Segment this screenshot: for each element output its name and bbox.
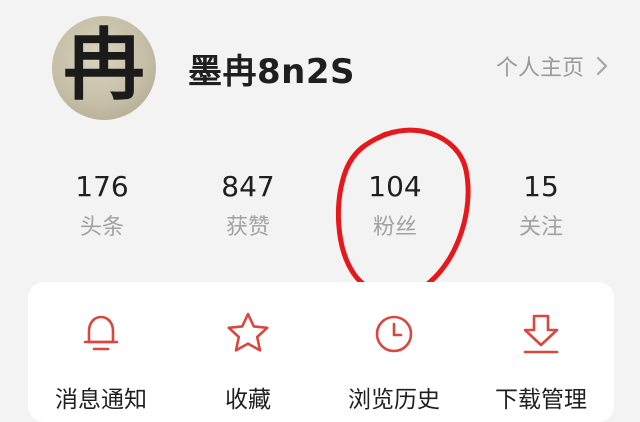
- action-label: 浏览历史: [348, 387, 440, 413]
- browsing-history-button[interactable]: 浏览历史: [324, 308, 464, 414]
- clock-icon: [375, 315, 413, 353]
- stat-value: 104: [368, 170, 422, 203]
- stat-value: 15: [523, 170, 559, 203]
- stat-likes[interactable]: 847 获赞: [188, 168, 308, 242]
- stat-following[interactable]: 15 关注: [481, 168, 601, 242]
- personal-homepage-link[interactable]: 个人主页: [496, 50, 610, 82]
- quick-actions-card: 消息通知 收藏 浏览历史 下载管理: [28, 282, 614, 422]
- stat-label: 头条: [79, 215, 124, 240]
- stat-posts[interactable]: 176 头条: [42, 168, 162, 242]
- stat-fans[interactable]: 104 粉丝: [335, 168, 455, 242]
- action-label: 下载管理: [495, 387, 587, 413]
- avatar[interactable]: 冉: [52, 16, 156, 120]
- favorites-button[interactable]: 收藏: [178, 308, 318, 414]
- stat-label: 获赞: [225, 215, 270, 240]
- stat-value: 847: [221, 170, 275, 203]
- stats-row: 176 头条 847 获赞 104 粉丝 15 关注: [0, 168, 640, 258]
- avatar-calligraphy: 冉: [63, 20, 145, 111]
- notifications-button[interactable]: 消息通知: [31, 308, 171, 414]
- username: 墨冉8n2S: [188, 52, 356, 92]
- download-manager-button[interactable]: 下载管理: [471, 308, 611, 414]
- chevron-right-icon: [596, 56, 608, 76]
- download-icon: [523, 314, 559, 354]
- action-label: 消息通知: [55, 387, 147, 413]
- personal-homepage-label: 个人主页: [495, 56, 584, 81]
- bell-icon: [83, 315, 119, 351]
- stat-label: 关注: [518, 215, 563, 240]
- action-label: 收藏: [225, 387, 271, 413]
- star-icon: [227, 312, 269, 352]
- stat-label: 粉丝: [372, 215, 417, 240]
- stat-value: 176: [75, 170, 129, 203]
